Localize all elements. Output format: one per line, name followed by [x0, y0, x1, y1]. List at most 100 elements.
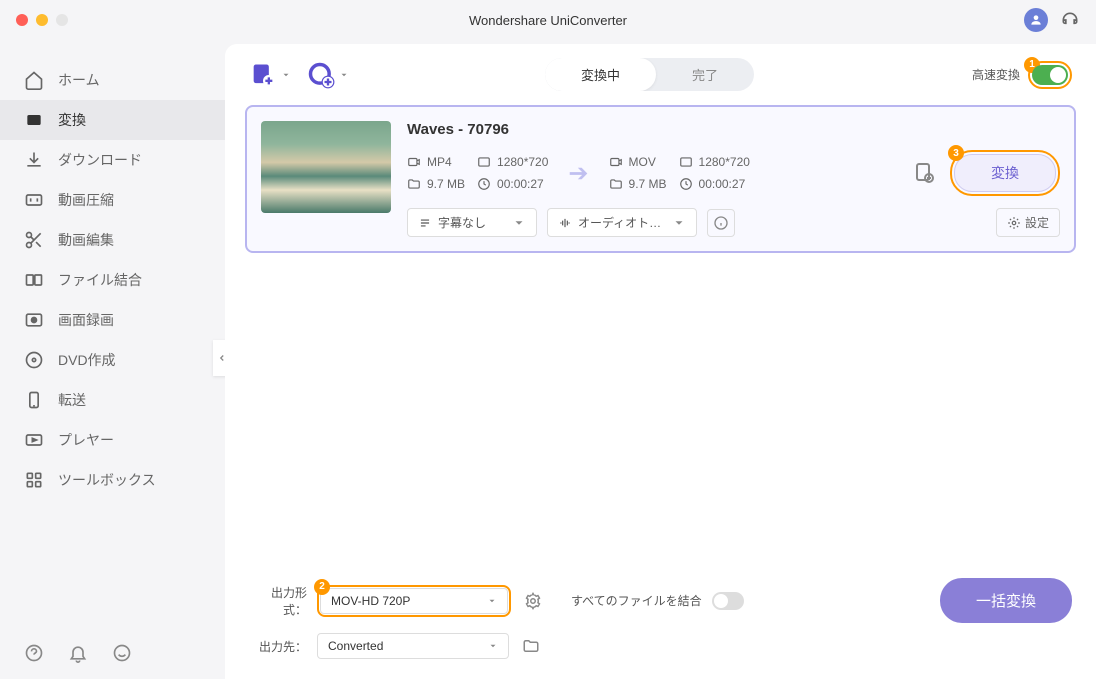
sidebar-item-label: ホーム: [58, 70, 100, 90]
chevron-down-icon: [488, 641, 498, 651]
bell-icon[interactable]: [68, 643, 88, 663]
sidebar-item-label: ファイル結合: [58, 270, 142, 290]
folder-icon: [522, 637, 540, 655]
scissors-icon: [24, 230, 44, 250]
sidebar-item-label: 画面録画: [58, 310, 114, 330]
convert-icon: [24, 110, 44, 130]
video-thumbnail[interactable]: [261, 121, 391, 213]
add-file-icon: [249, 61, 277, 89]
add-disc-icon: [307, 61, 335, 89]
sidebar-item-label: 変換: [58, 110, 86, 130]
subtitle-dropdown[interactable]: 字幕なし: [407, 208, 537, 237]
chevron-down-icon: [339, 70, 349, 80]
sidebar-item-toolbox[interactable]: ツールボックス: [0, 460, 225, 500]
audio-dropdown[interactable]: オーディオトラッ…: [547, 208, 697, 237]
info-icon: [713, 215, 729, 231]
sidebar-item-label: 動画圧縮: [58, 190, 114, 210]
sidebar-item-home[interactable]: ホーム: [0, 60, 225, 100]
tab-converting[interactable]: 変換中: [545, 58, 656, 91]
resolution-icon: [477, 155, 491, 169]
chevron-down-icon: [512, 216, 526, 230]
window-controls: [16, 14, 68, 26]
file-card[interactable]: Waves - 70796 MP4 9.7 MB 1280*720 00:00:…: [245, 105, 1076, 253]
info-button[interactable]: [707, 209, 735, 237]
sidebar-item-label: 転送: [58, 390, 86, 410]
chevron-down-icon: [281, 70, 291, 80]
output-dir-label: 出力先：: [249, 638, 307, 655]
file-title: Waves - 70796: [407, 121, 1060, 138]
sidebar-item-edit[interactable]: 動画編集: [0, 220, 225, 260]
open-folder-button[interactable]: [519, 634, 543, 658]
merge-icon: [24, 270, 44, 290]
sidebar-item-label: ツールボックス: [58, 470, 156, 490]
dvd-icon: [24, 350, 44, 370]
sidebar-item-record[interactable]: 画面録画: [0, 300, 225, 340]
sidebar-item-compress[interactable]: 動画圧縮: [0, 180, 225, 220]
sidebar-item-player[interactable]: プレヤー: [0, 420, 225, 460]
folder-icon: [609, 177, 623, 191]
minimize-window-button[interactable]: [36, 14, 48, 26]
sidebar-item-dvd[interactable]: DVD作成: [0, 340, 225, 380]
folder-icon: [407, 177, 421, 191]
format-settings-button[interactable]: [521, 589, 545, 613]
file-settings-button[interactable]: 設定: [996, 208, 1060, 237]
help-icon[interactable]: [24, 643, 44, 663]
batch-convert-button[interactable]: 一括変換: [940, 578, 1072, 623]
arrow-right-icon: ➔: [560, 159, 596, 188]
toolbox-icon: [24, 470, 44, 490]
sidebar-item-transfer[interactable]: 転送: [0, 380, 225, 420]
sidebar-item-download[interactable]: ダウンロード: [0, 140, 225, 180]
status-tabs: 変換中 完了: [545, 58, 754, 91]
user-avatar[interactable]: [1024, 8, 1048, 32]
app-title: Wondershare UniConverter: [469, 13, 627, 28]
titlebar: Wondershare UniConverter: [0, 0, 1096, 40]
player-icon: [24, 430, 44, 450]
sidebar-item-label: 動画編集: [58, 230, 114, 250]
sidebar-item-label: DVD作成: [58, 350, 116, 370]
close-window-button[interactable]: [16, 14, 28, 26]
chevron-down-icon: [672, 216, 686, 230]
merge-toggle[interactable]: [712, 592, 744, 610]
transfer-icon: [24, 390, 44, 410]
user-icon: [1029, 13, 1043, 27]
output-format-select[interactable]: MOV-HD 720P: [320, 588, 508, 614]
resolution-icon: [679, 155, 693, 169]
merge-label: すべてのファイルを結合: [571, 592, 702, 609]
callout-badge-2: 2: [314, 579, 330, 595]
sidebar-item-merge[interactable]: ファイル結合: [0, 260, 225, 300]
download-icon: [24, 150, 44, 170]
support-icon[interactable]: [1060, 10, 1080, 30]
high-speed-toggle[interactable]: [1032, 65, 1068, 85]
gear-icon: [1007, 216, 1021, 230]
clock-icon: [679, 177, 693, 191]
toolbar: 変換中 完了 高速変換 1: [225, 44, 1096, 105]
gear-icon: [524, 592, 542, 610]
sidebar: ホーム 変換 ダウンロード 動画圧縮 動画編集 ファイル結合 画面録画 DVD: [0, 40, 225, 679]
sidebar-item-convert[interactable]: 変換: [0, 100, 225, 140]
convert-button[interactable]: 変換: [954, 154, 1056, 192]
subtitle-icon: [418, 216, 432, 230]
file-list: Waves - 70796 MP4 9.7 MB 1280*720 00:00:…: [225, 105, 1096, 566]
output-dir-select[interactable]: Converted: [317, 633, 509, 659]
sidebar-item-label: ダウンロード: [58, 150, 142, 170]
home-icon: [24, 70, 44, 90]
main-content: 変換中 完了 高速変換 1 Waves - 70796 MP4: [225, 44, 1096, 679]
file-settings-icon[interactable]: [912, 161, 936, 185]
video-icon: [407, 155, 421, 169]
callout-badge-3: 3: [948, 145, 964, 161]
feedback-icon[interactable]: [112, 643, 132, 663]
record-icon: [24, 310, 44, 330]
audio-icon: [558, 216, 572, 230]
add-file-button[interactable]: [249, 61, 291, 89]
compress-icon: [24, 190, 44, 210]
tab-done[interactable]: 完了: [656, 58, 754, 91]
high-speed-label: 高速変換: [972, 66, 1020, 83]
output-format-label: 出力形式：: [249, 584, 307, 618]
add-disc-button[interactable]: [307, 61, 349, 89]
maximize-window-button[interactable]: [56, 14, 68, 26]
clock-icon: [477, 177, 491, 191]
video-icon: [609, 155, 623, 169]
bottom-bar: 出力形式： 2 MOV-HD 720P すべてのファイルを結合 一括変換 出力先…: [225, 566, 1096, 679]
chevron-down-icon: [487, 596, 497, 606]
sidebar-item-label: プレヤー: [58, 430, 114, 450]
